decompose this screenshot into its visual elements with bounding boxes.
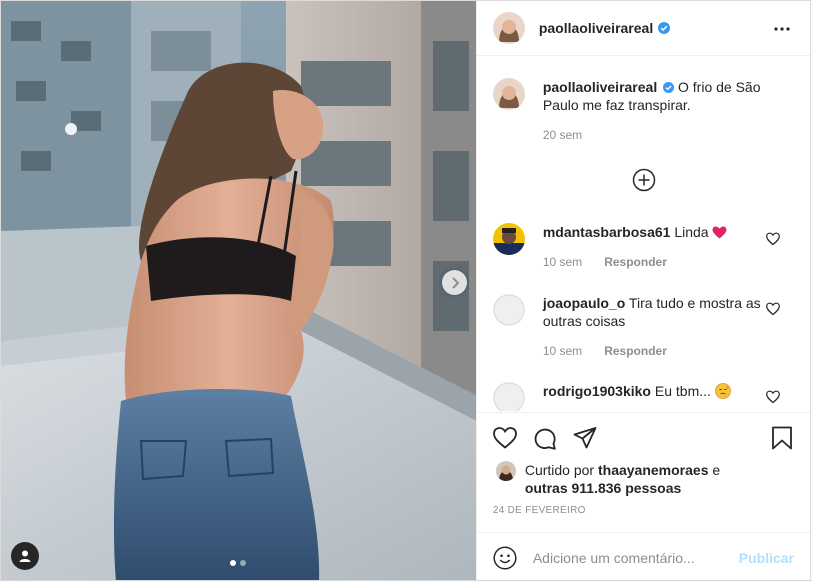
share-icon [573, 427, 597, 449]
comment-meta: 10 sem Responder [543, 255, 728, 269]
comment-item: rodrigo1903kiko Eu tbm... [492, 382, 793, 411]
likes-text: Curtido por thaayanemoraes e outras 911.… [525, 461, 720, 497]
save-button[interactable] [770, 426, 794, 450]
bookmark-icon [772, 426, 792, 450]
comment-avatar[interactable] [492, 223, 525, 255]
caption: paollaoliveirareal O frio de São Paulo m… [492, 78, 793, 142]
author-avatar[interactable] [492, 78, 525, 110]
plus-circle-icon [632, 168, 656, 192]
post-date[interactable]: 24 DE FEVEREIRO [493, 505, 586, 516]
emoji-button[interactable] [493, 545, 519, 571]
chevron-right-icon [451, 276, 459, 289]
comment-body: Eu tbm... [654, 383, 711, 399]
caption-username[interactable]: paollaoliveirareal [543, 79, 657, 95]
author-avatar[interactable] [492, 12, 525, 44]
action-buttons [492, 426, 597, 450]
comment-text: mdantasbarbosa61 Linda [543, 223, 728, 241]
post-actions: Curtido por thaayanemoraes e outras 911.… [476, 412, 810, 532]
red-heart-emoji-icon [712, 226, 727, 239]
comment-username[interactable]: rodrigo1903kiko [543, 383, 651, 399]
comment-icon [534, 428, 556, 450]
comment-time[interactable]: 10 sem [543, 255, 582, 269]
emoji-icon [493, 545, 517, 570]
add-comment-bar: Publicar [476, 532, 810, 582]
comment-button[interactable] [533, 426, 557, 450]
liker-avatar[interactable] [495, 461, 516, 481]
comment-username[interactable]: joaopaulo_o [543, 295, 625, 311]
likes-summary: Curtido por thaayanemoraes e outras 911.… [495, 461, 720, 497]
comment-meta: 10 sem Responder [543, 344, 793, 358]
comment-username[interactable]: mdantasbarbosa61 [543, 224, 671, 240]
heart-icon[interactable] [766, 302, 780, 316]
liker-username[interactable]: thaayanemoraes [598, 462, 709, 478]
post-media[interactable] [1, 1, 476, 580]
comment-time[interactable]: 10 sem [543, 344, 582, 358]
more-options-button[interactable] [770, 17, 794, 41]
likes-prefix: Curtido por [524, 462, 595, 478]
verified-badge-icon [658, 22, 671, 34]
like-button[interactable] [492, 426, 517, 450]
comment-body: Linda [674, 224, 709, 240]
post-dialog: paollaoliveirareal paollaoliveirareal O … [0, 0, 811, 581]
user-tags-button[interactable] [11, 542, 39, 570]
carousel-dot [240, 560, 246, 566]
heart-icon[interactable] [766, 390, 780, 404]
reply-button[interactable]: Responder [604, 255, 667, 269]
post-side-panel: paollaoliveirareal paollaoliveirareal O … [475, 1, 810, 582]
more-horizontal-icon [774, 27, 790, 31]
verified-badge-icon [663, 82, 675, 93]
comment-text: rodrigo1903kiko Eu tbm... [543, 382, 731, 400]
publish-button[interactable]: Publicar [739, 550, 794, 566]
user-tag-icon [19, 550, 31, 562]
post-header: paollaoliveirareal [476, 1, 810, 56]
heart-icon [492, 427, 517, 449]
comment-avatar[interactable] [492, 294, 525, 326]
carousel-dot [230, 560, 236, 566]
author-username[interactable]: paollaoliveirareal [539, 20, 653, 36]
share-button[interactable] [573, 426, 597, 450]
reply-button[interactable]: Responder [604, 344, 667, 358]
likes-count-link[interactable]: outras 911.836 pessoas [525, 480, 681, 496]
comment-avatar[interactable] [492, 382, 525, 411]
caption-time[interactable]: 20 sem [543, 128, 582, 142]
load-more-comments-button[interactable] [632, 168, 656, 195]
likes-connector: e [712, 462, 721, 478]
caption-meta: 20 sem [543, 128, 793, 142]
carousel-indicator [230, 560, 246, 566]
comment-input[interactable] [532, 549, 739, 566]
heart-icon[interactable] [766, 232, 780, 246]
comment-text: joaopaulo_o Tira tudo e mostra as outras… [543, 294, 793, 330]
comments-list[interactable]: paollaoliveirareal O frio de São Paulo m… [477, 57, 810, 411]
caption-text: paollaoliveirareal O frio de São Paulo m… [543, 78, 793, 114]
carousel-next-button[interactable] [442, 270, 467, 295]
sweat-face-emoji-icon [714, 383, 731, 399]
post-photo [1, 1, 476, 580]
comment-item: joaopaulo_o Tira tudo e mostra as outras… [492, 294, 793, 358]
comment-item: mdantasbarbosa61 Linda 10 sem Responder [492, 223, 793, 269]
